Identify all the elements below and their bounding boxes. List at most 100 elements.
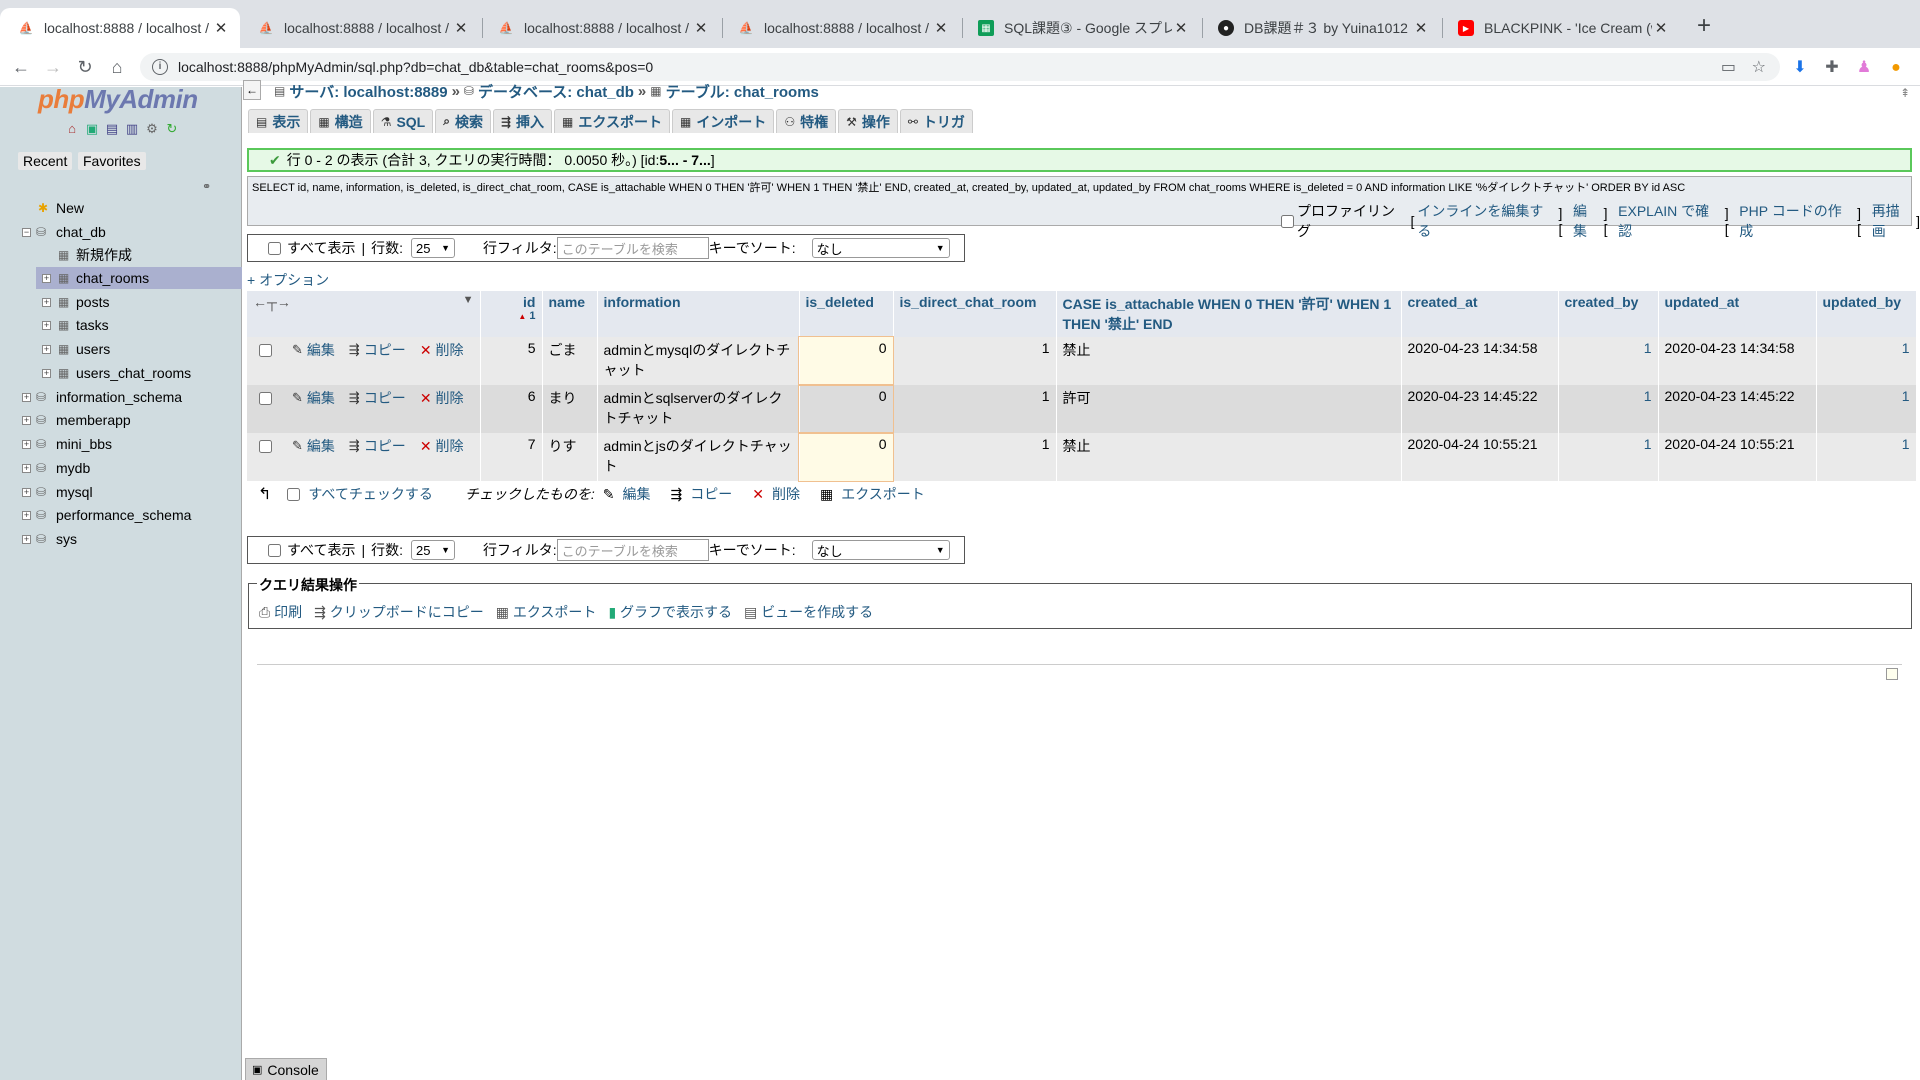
tab-sql[interactable]: ⚗ SQL <box>372 109 434 133</box>
cell-created-at[interactable]: 2020-04-23 14:45:22 <box>1401 385 1559 433</box>
cell-is-direct-chat-room[interactable]: 1 <box>893 385 1057 433</box>
options-link[interactable]: + オプション <box>247 270 329 290</box>
cell-id[interactable]: 6 <box>480 385 543 433</box>
expand-icon[interactable]: + <box>42 298 51 307</box>
browser-tab[interactable]: ▶ BLACKPINK - 'Ice Cream (with Selena ✕ <box>1440 8 1680 48</box>
page-settings-icon[interactable] <box>1886 668 1898 680</box>
cell-attachable[interactable]: 禁止 <box>1056 433 1402 481</box>
home-icon[interactable]: ⌂ <box>106 57 128 79</box>
profiling-checkbox[interactable] <box>1281 214 1294 228</box>
column-header-created-by[interactable]: created_by <box>1558 291 1659 337</box>
expand-icon[interactable]: + <box>22 464 31 473</box>
show-all-checkbox[interactable] <box>268 543 281 557</box>
tree-item-users-chat-rooms[interactable]: + ▦ users_chat_rooms <box>0 362 242 384</box>
edit-link[interactable]: 編集 <box>307 436 335 456</box>
cell-is-direct-chat-room[interactable]: 1 <box>893 433 1057 481</box>
tree-item-posts[interactable]: + ▦ posts <box>0 291 242 313</box>
cell-created-by-link[interactable]: 1 <box>1644 340 1652 356</box>
column-header-case-attachable[interactable]: CASE is_attachable WHEN 0 THEN '許可' WHEN… <box>1056 291 1402 337</box>
chevron-down-icon[interactable]: ▼ <box>463 294 474 306</box>
tab-structure[interactable]: ▦ 構造 <box>310 109 371 133</box>
tab-export[interactable]: ▦ エクスポート <box>554 109 670 133</box>
close-tab-icon[interactable]: ✕ <box>212 19 230 37</box>
tree-item-information-schema[interactable]: + ⛁ information_schema <box>0 386 242 408</box>
cell-updated-at[interactable]: 2020-04-23 14:34:58 <box>1658 337 1817 385</box>
bulk-export-button[interactable]: エクスポート <box>841 484 925 504</box>
expand-icon[interactable]: + <box>42 345 51 354</box>
logout-icon[interactable]: ▣ <box>84 121 100 137</box>
cell-created-by-link[interactable]: 1 <box>1644 388 1652 404</box>
tree-item-tasks[interactable]: + ▦ tasks <box>0 314 242 336</box>
breadcrumb-server[interactable]: サーバ: localhost:8889 <box>289 81 447 102</box>
docs-icon[interactable]: ▤ <box>104 121 120 137</box>
close-tab-icon[interactable]: ✕ <box>1412 19 1430 37</box>
tree-item-users[interactable]: + ▦ users <box>0 338 242 360</box>
bulk-delete-button[interactable]: 削除 <box>772 484 800 504</box>
chart-action[interactable]: ▮ グラフで表示する <box>608 602 732 622</box>
column-header-name[interactable]: name <box>542 291 598 337</box>
expand-icon[interactable]: + <box>22 488 31 497</box>
browser-tab[interactable]: ▦ SQL課題③ - Google スプレッドシート ✕ <box>960 8 1200 48</box>
tab-insert[interactable]: ⇶ 挿入 <box>492 109 553 133</box>
sort-select[interactable]: なし ▼ <box>811 238 950 258</box>
check-all-checkbox[interactable] <box>287 487 301 501</box>
tab-search[interactable]: ⌕ 検索 <box>435 109 491 133</box>
browser-tab[interactable]: ⛵ localhost:8888 / localhost / chat_db ✕ <box>480 8 720 48</box>
new-tab-icon[interactable]: + <box>1692 12 1716 40</box>
cell-name[interactable]: りす <box>542 433 598 481</box>
bulk-copy-button[interactable]: コピー <box>690 484 732 504</box>
column-header-is-deleted[interactable]: is_deleted <box>799 291 894 337</box>
back-icon[interactable]: ← <box>10 57 32 79</box>
refresh-link[interactable]: 再描画 <box>1872 201 1913 241</box>
tree-item-sys[interactable]: + ⛁ sys <box>0 528 242 550</box>
refresh-icon[interactable]: ↻ <box>164 121 180 137</box>
cell-information[interactable]: adminとmysqlのダイレクトチャット <box>597 337 800 385</box>
cell-created-at[interactable]: 2020-04-24 10:55:21 <box>1401 433 1559 481</box>
column-header-updated-by[interactable]: updated_by <box>1816 291 1917 337</box>
tree-item-performance-schema[interactable]: + ⛁ performance_schema <box>0 504 242 526</box>
cell-created-by-link[interactable]: 1 <box>1644 436 1652 452</box>
tab-operations[interactable]: ⚒ 操作 <box>838 109 898 133</box>
inline-edit-link[interactable]: インラインを編集する <box>1417 201 1555 241</box>
php-code-link[interactable]: PHP コードの作成 <box>1739 201 1854 241</box>
tree-item-new[interactable]: ✱ New <box>0 197 242 219</box>
cell-name[interactable]: ごま <box>542 337 598 385</box>
cell-information[interactable]: adminとjsのダイレクトチャット <box>597 433 800 481</box>
edit-link[interactable]: 編集 <box>307 340 335 360</box>
tab-privileges[interactable]: ⚇ 特権 <box>776 109 837 133</box>
profile-avatar-icon[interactable]: ♟ <box>1854 58 1874 78</box>
tab-triggers[interactable]: ⚯ トリガ <box>899 109 973 133</box>
expand-icon[interactable]: + <box>42 274 51 283</box>
cell-updated-by-link[interactable]: 1 <box>1902 340 1910 356</box>
cell-id[interactable]: 5 <box>480 337 543 385</box>
copy-link[interactable]: コピー <box>364 340 406 360</box>
tree-item-new-table[interactable]: ▦ 新規作成 <box>0 244 242 266</box>
cell-updated-at[interactable]: 2020-04-23 14:45:22 <box>1658 385 1817 433</box>
cell-is-deleted[interactable]: 0 <box>798 432 894 482</box>
column-header-information[interactable]: information <box>597 291 800 337</box>
close-tab-icon[interactable]: ✕ <box>1652 19 1670 37</box>
bookmark-star-icon[interactable]: ☆ <box>1752 57 1766 77</box>
cell-created-at[interactable]: 2020-04-23 14:34:58 <box>1401 337 1559 385</box>
cell-updated-by-link[interactable]: 1 <box>1902 436 1910 452</box>
tree-item-chat-rooms[interactable]: + ▦ chat_rooms <box>36 267 242 289</box>
tree-item-mysql[interactable]: + ⛁ mysql <box>0 481 242 503</box>
cell-attachable[interactable]: 禁止 <box>1056 337 1402 385</box>
delete-link[interactable]: 削除 <box>436 436 464 456</box>
address-bar[interactable]: i localhost:8888/phpMyAdmin/sql.php?db=c… <box>140 53 1780 81</box>
rows-select[interactable]: 25 ▼ <box>411 238 455 258</box>
rows-select[interactable]: 25 ▼ <box>411 540 455 560</box>
reload-icon[interactable]: ↻ <box>74 57 96 79</box>
tree-item-mini-bbs[interactable]: + ⛁ mini_bbs <box>0 433 242 455</box>
tree-item-chat-db[interactable]: − ⛁ chat_db <box>0 221 242 243</box>
update-icon[interactable]: ● <box>1886 58 1906 78</box>
cell-information[interactable]: adminとsqlserverのダイレクトチャット <box>597 385 800 433</box>
tree-item-mydb[interactable]: + ⛁ mydb <box>0 457 242 479</box>
browser-tab[interactable]: ● DB課題＃３ by Yuina1012 · Pull Request ✕ <box>1200 8 1440 48</box>
home-icon[interactable]: ⌂ <box>64 121 80 137</box>
column-resize-header[interactable]: ←┬→ ▼ <box>247 291 481 337</box>
breadcrumb-database[interactable]: データベース: chat_db <box>478 81 634 102</box>
download-extension-icon[interactable]: ⬇ <box>1790 58 1810 78</box>
column-header-is-direct-chat-room[interactable]: is_direct_chat_room <box>893 291 1057 337</box>
edit-link[interactable]: 編集 <box>1573 201 1601 241</box>
